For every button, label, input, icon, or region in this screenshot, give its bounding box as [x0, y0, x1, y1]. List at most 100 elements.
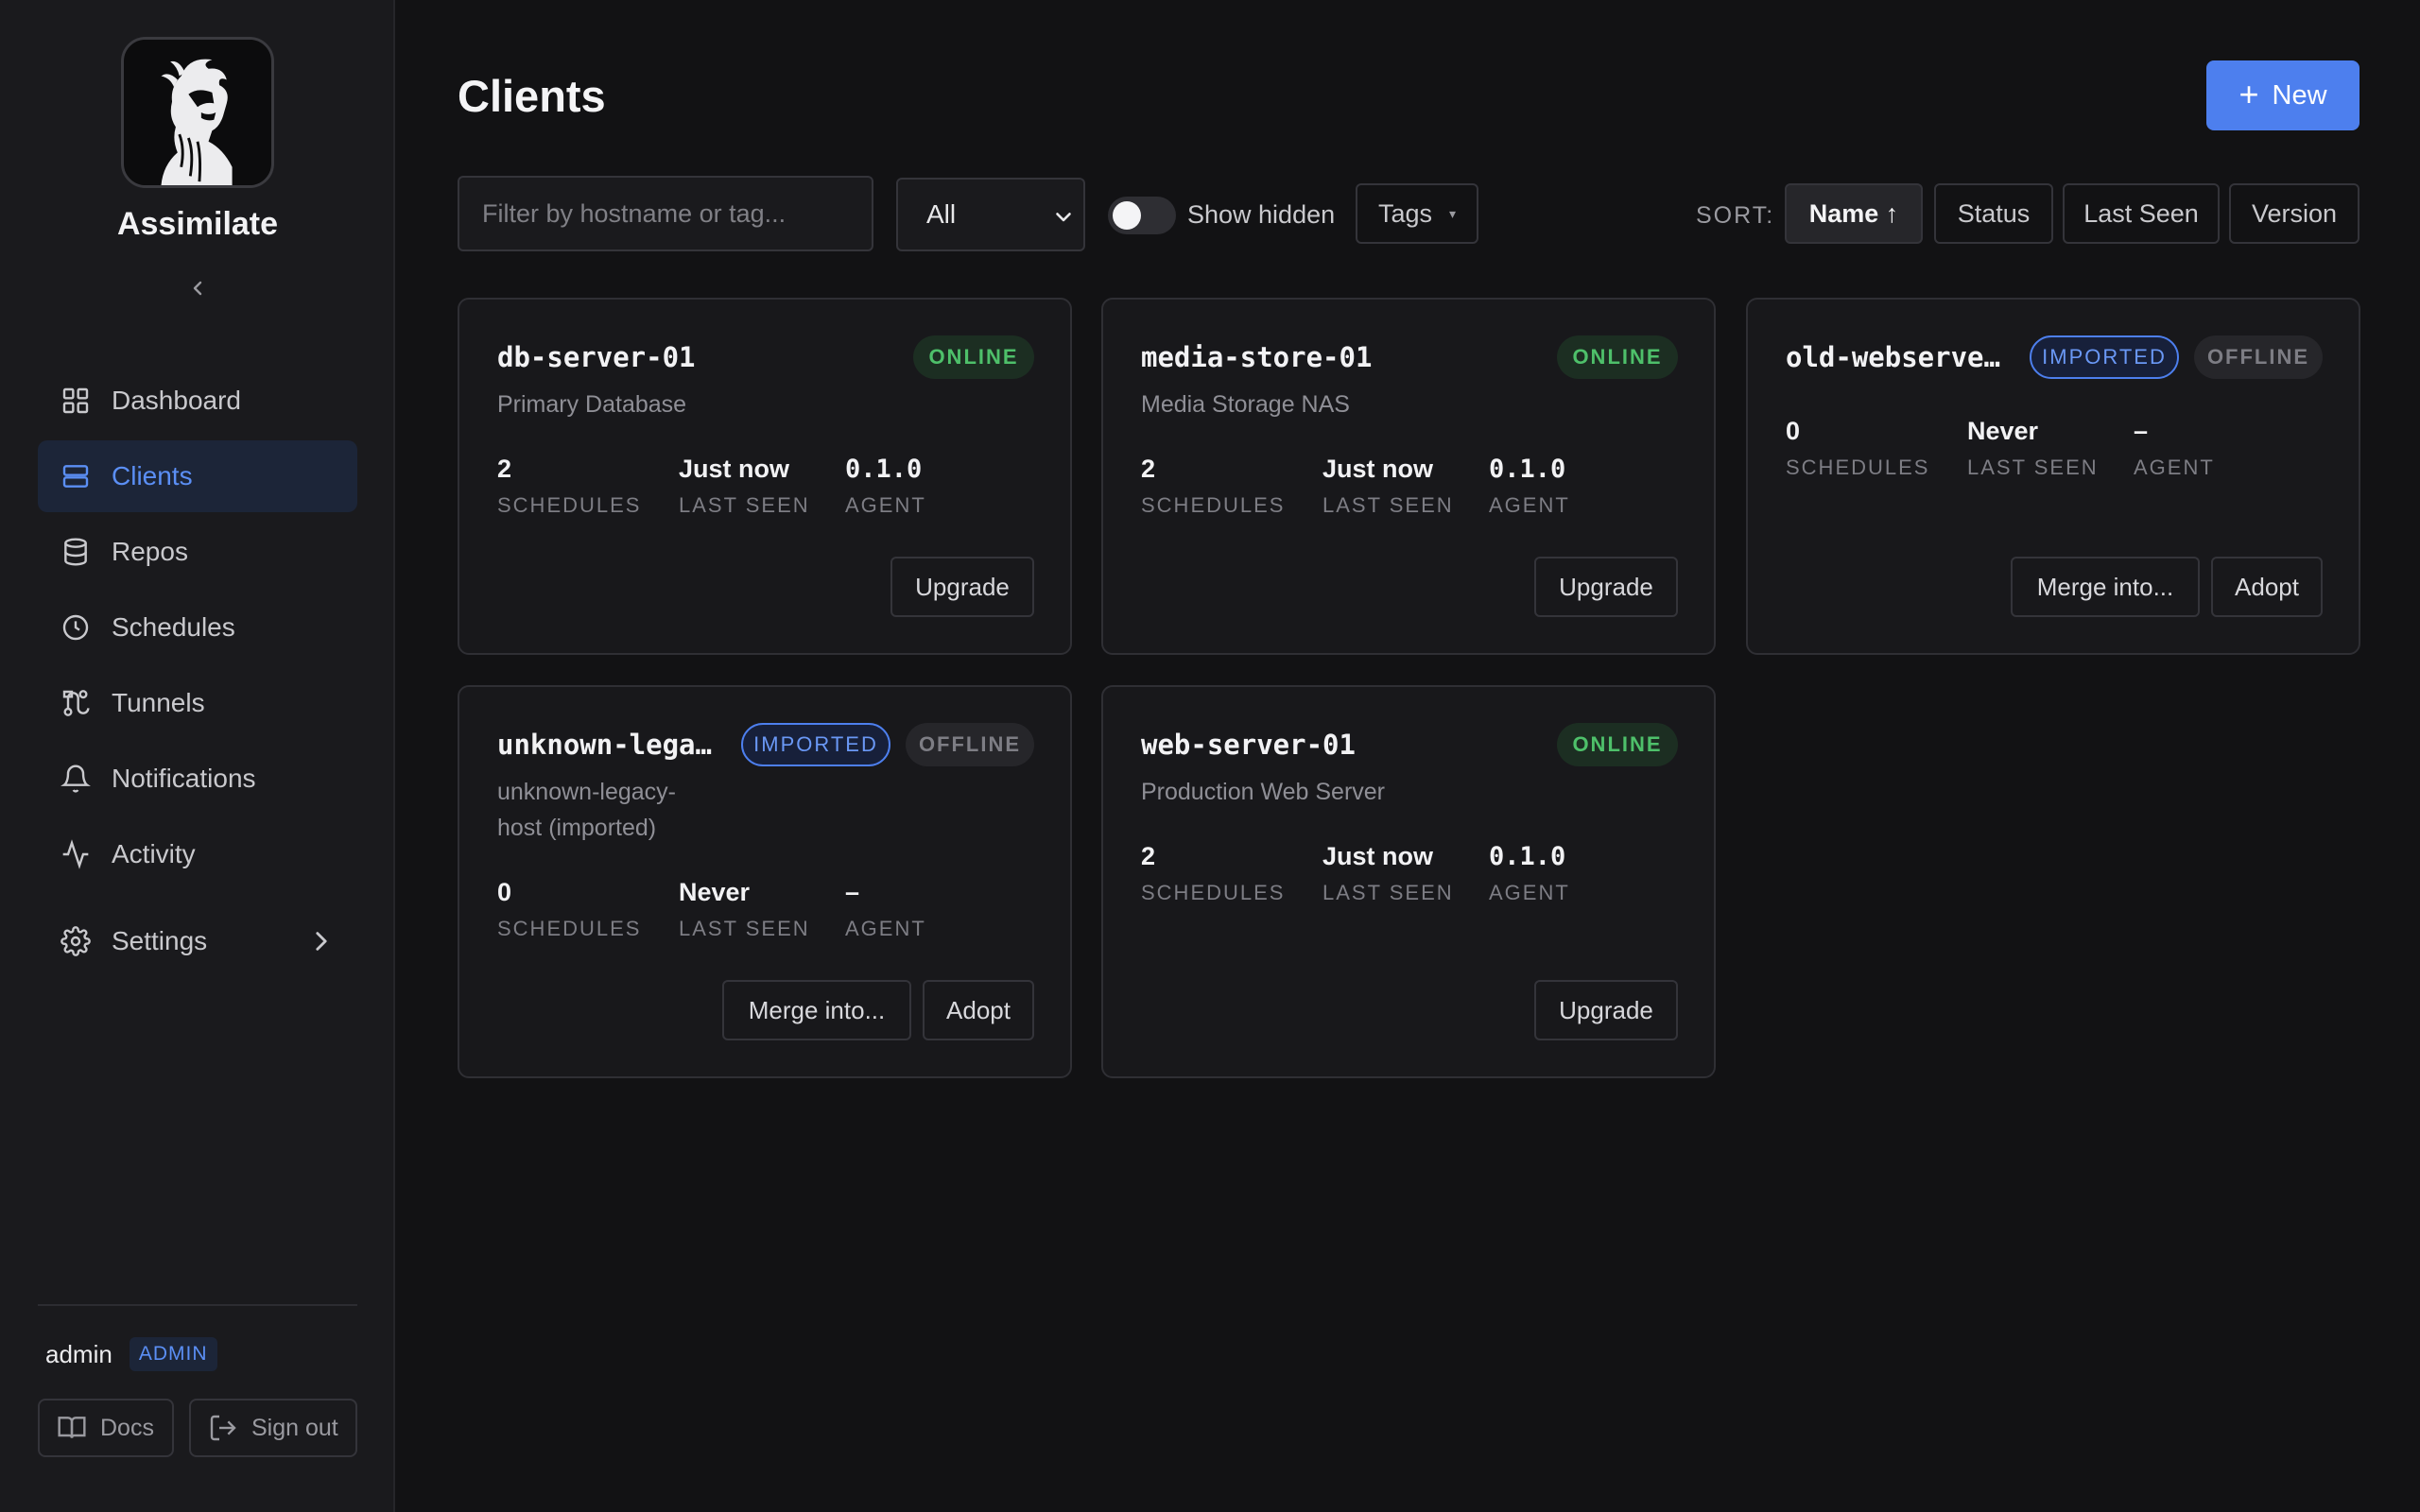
- bell-icon: [59, 762, 93, 796]
- status-filter-select[interactable]: All: [896, 178, 1085, 251]
- schedules-count: 2: [1141, 842, 1156, 870]
- client-card[interactable]: db-server-01 ONLINE Primary Database 2 S…: [458, 298, 1072, 655]
- merge-into-button[interactable]: Merge into...: [2011, 557, 2200, 617]
- new-client-button[interactable]: + New: [2206, 60, 2360, 130]
- client-description: unknown-legacy- host (imported): [497, 774, 676, 846]
- client-description: Production Web Server: [1141, 779, 1385, 805]
- agent-stat: – AGENT: [2134, 417, 2215, 480]
- sidebar: Assimilate Dashboard Clients Repos Sched…: [0, 0, 395, 1512]
- schedules-label: SCHEDULES: [1786, 455, 1930, 479]
- gear-icon: [59, 924, 93, 958]
- sign-out-label: Sign out: [251, 1414, 338, 1441]
- schedules-stat: 0 SCHEDULES: [1786, 417, 1929, 480]
- last-seen-label: LAST SEEN: [1322, 881, 1454, 904]
- schedules-label: SCHEDULES: [1141, 493, 1286, 517]
- sort-by-last-seen-button[interactable]: Last Seen: [2063, 183, 2220, 244]
- agent-label: AGENT: [2134, 455, 2215, 479]
- description-line: host (imported): [497, 815, 657, 841]
- agent-version: 0.1.0: [845, 455, 923, 484]
- last-seen-label: LAST SEEN: [1967, 455, 2099, 479]
- sidebar-item-settings[interactable]: Settings: [38, 905, 357, 977]
- client-card[interactable]: old-webserve… IMPORTED OFFLINE 0 SCHEDUL…: [1746, 298, 2360, 655]
- tags-label: Tags: [1378, 198, 1433, 228]
- sidebar-item-label: Notifications: [112, 764, 256, 793]
- collapse-sidebar-button[interactable]: [183, 274, 212, 302]
- schedules-count: 2: [497, 455, 512, 483]
- schedules-label: SCHEDULES: [1141, 881, 1286, 904]
- book-icon: [57, 1413, 87, 1443]
- log-out-icon: [208, 1413, 238, 1443]
- docs-label: Docs: [100, 1414, 154, 1441]
- schedules-stat: 2 SCHEDULES: [1141, 842, 1285, 905]
- upgrade-button[interactable]: Upgrade: [890, 557, 1034, 617]
- client-description: Primary Database: [497, 391, 687, 418]
- route-icon: [59, 686, 93, 720]
- imported-badge: IMPORTED: [2030, 335, 2179, 379]
- database-icon: [59, 535, 93, 569]
- sidebar-item-label: Settings: [112, 926, 208, 955]
- sidebar-item-label: Clients: [112, 461, 193, 490]
- agent-stat: – AGENT: [845, 878, 926, 941]
- client-hostname: web-server-01: [1141, 729, 1356, 761]
- clock-icon: [59, 610, 93, 644]
- agent-stat: 0.1.0 AGENT: [845, 455, 926, 518]
- sidebar-item-notifications[interactable]: Notifications: [38, 743, 357, 815]
- client-card[interactable]: media-store-01 ONLINE Media Storage NAS …: [1101, 298, 1716, 655]
- schedules-stat: 0 SCHEDULES: [497, 878, 641, 941]
- upgrade-button[interactable]: Upgrade: [1534, 557, 1678, 617]
- agent-stat: 0.1.0 AGENT: [1489, 842, 1570, 905]
- chevron-down-icon: [1051, 204, 1076, 229]
- agent-stat: 0.1.0 AGENT: [1489, 455, 1570, 518]
- last-seen-stat: Just now LAST SEEN: [679, 455, 810, 518]
- sort-by-name-button[interactable]: Name ↑: [1785, 183, 1923, 244]
- adopt-button[interactable]: Adopt: [2211, 557, 2323, 617]
- sidebar-item-label: Activity: [112, 839, 196, 868]
- sidebar-footer: Docs Sign out: [38, 1399, 357, 1457]
- last-seen-value: Just now: [1322, 842, 1434, 870]
- sidebar-item-dashboard[interactable]: Dashboard: [38, 365, 357, 437]
- sidebar-item-schedules[interactable]: Schedules: [38, 592, 357, 663]
- server-icon: [59, 459, 93, 493]
- role-badge: ADMIN: [129, 1337, 217, 1371]
- sort-by-version-button[interactable]: Version: [2229, 183, 2360, 244]
- logo-graphic: [125, 40, 270, 185]
- agent-label: AGENT: [845, 493, 926, 517]
- last-seen-stat: Just now LAST SEEN: [1322, 455, 1454, 518]
- last-seen-value: Just now: [1322, 455, 1434, 483]
- schedules-stat: 2 SCHEDULES: [1141, 455, 1285, 518]
- upgrade-button[interactable]: Upgrade: [1534, 980, 1678, 1040]
- last-seen-value: Just now: [679, 455, 790, 483]
- client-card[interactable]: web-server-01 ONLINE Production Web Serv…: [1101, 685, 1716, 1078]
- agent-label: AGENT: [1489, 493, 1570, 517]
- last-seen-label: LAST SEEN: [1322, 493, 1454, 517]
- docs-button[interactable]: Docs: [38, 1399, 174, 1457]
- adopt-button[interactable]: Adopt: [923, 980, 1034, 1040]
- sidebar-item-activity[interactable]: Activity: [38, 818, 357, 890]
- description-line: unknown-legacy-: [497, 779, 676, 805]
- merge-into-button[interactable]: Merge into...: [722, 980, 911, 1040]
- app-logo[interactable]: [121, 37, 274, 188]
- client-description: Media Storage NAS: [1141, 391, 1350, 418]
- agent-version: –: [2134, 417, 2149, 445]
- filter-input[interactable]: [458, 176, 873, 251]
- username: admin: [45, 1339, 112, 1368]
- last-seen-value: Never: [1967, 417, 2039, 445]
- last-seen-label: LAST SEEN: [679, 917, 810, 940]
- grid-icon: [59, 384, 93, 418]
- sidebar-item-tunnels[interactable]: Tunnels: [38, 667, 357, 739]
- plus-icon: +: [2238, 74, 2259, 113]
- sidebar-nav: Dashboard Clients Repos Schedules Tunnel…: [38, 365, 357, 981]
- status-filter-value: All: [926, 199, 957, 229]
- agent-version: 0.1.0: [1489, 842, 1566, 871]
- sort-by-status-button[interactable]: Status: [1934, 183, 2053, 244]
- sign-out-button[interactable]: Sign out: [189, 1399, 357, 1457]
- show-hidden-toggle[interactable]: [1108, 197, 1176, 234]
- last-seen-stat: Just now LAST SEEN: [1322, 842, 1454, 905]
- sidebar-item-repos[interactable]: Repos: [38, 516, 357, 588]
- status-badge: OFFLINE: [906, 723, 1034, 766]
- client-card[interactable]: unknown-lega… IMPORTED OFFLINE unknown-l…: [458, 685, 1072, 1078]
- schedules-stat: 2 SCHEDULES: [497, 455, 641, 518]
- status-badge: ONLINE: [1557, 723, 1678, 766]
- tags-filter-button[interactable]: Tags ▾: [1356, 183, 1478, 244]
- sidebar-item-clients[interactable]: Clients: [38, 440, 357, 512]
